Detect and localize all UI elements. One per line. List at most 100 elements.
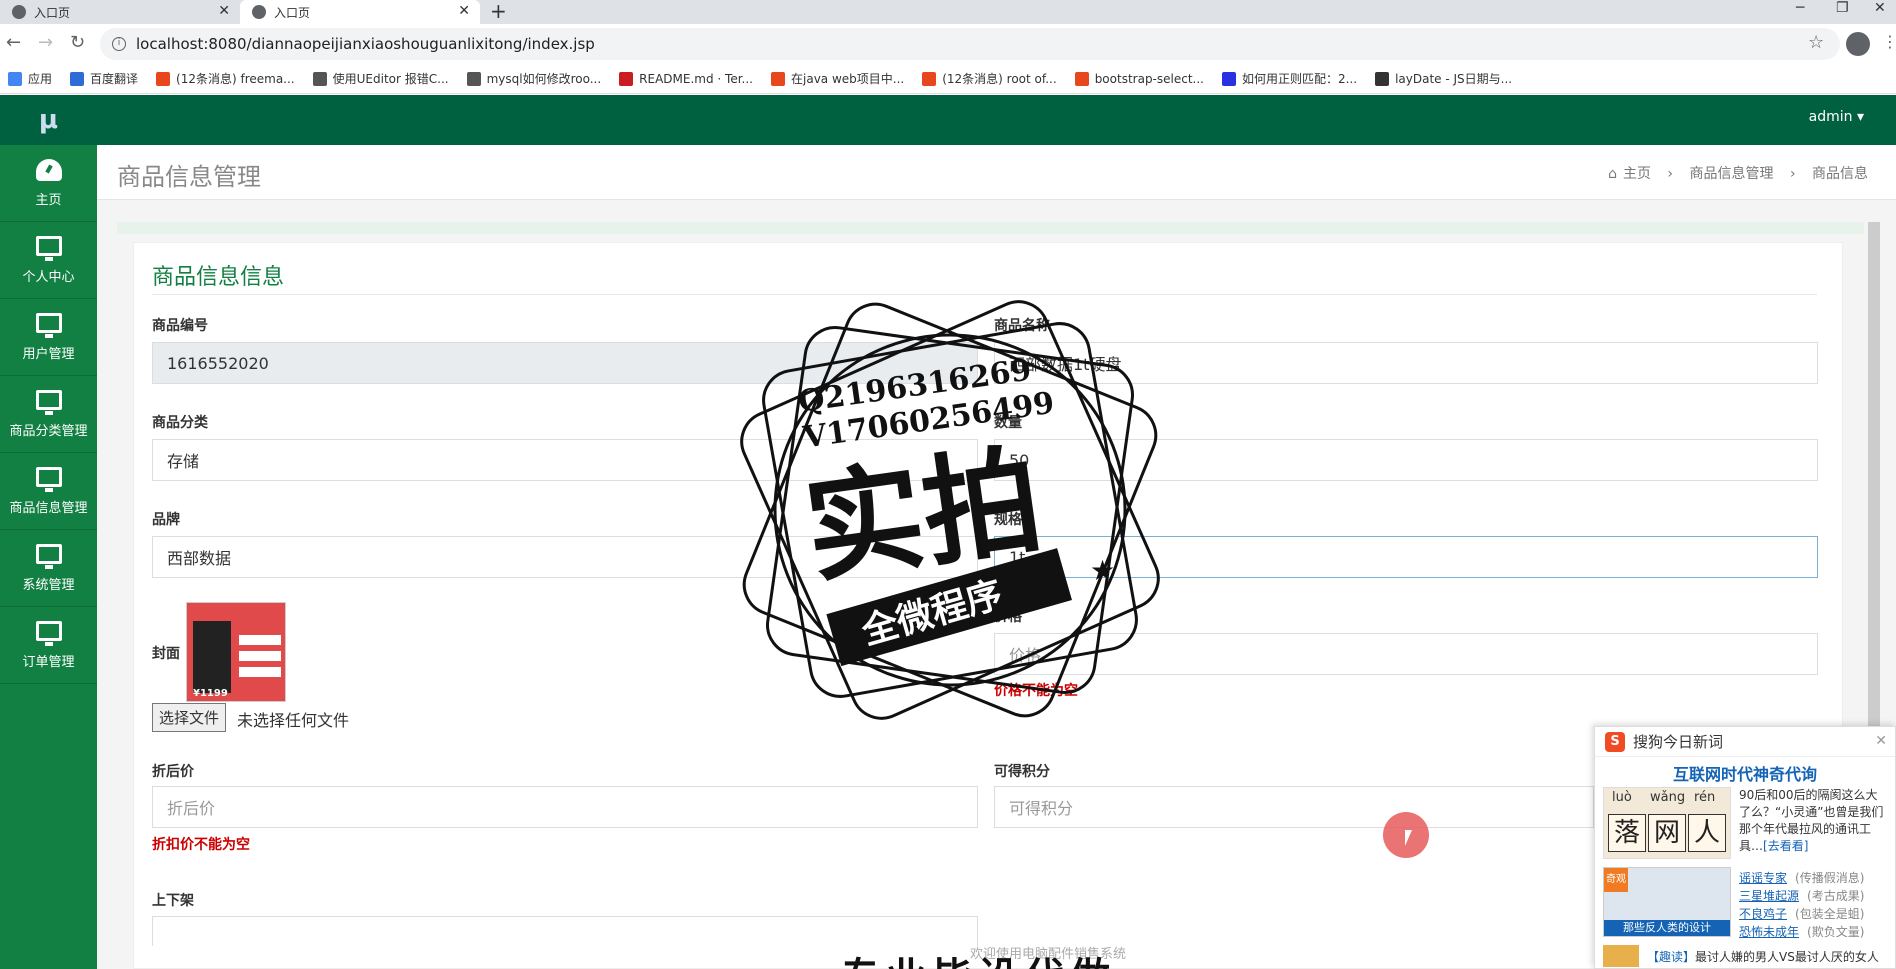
breadcrumb-separator: › [1789, 166, 1796, 182]
sogou-news-popup: S 搜狗今日新词 ✕ 互联网时代神奇代询 luò wǎng rén 落 网 人 … [1594, 726, 1896, 969]
new-tab-button[interactable]: + [490, 0, 507, 22]
sogou-logo-icon: S [1605, 731, 1625, 752]
bookmark-item[interactable]: README.md · Ter... [619, 71, 753, 86]
bookmark-star-icon[interactable]: ☆ [1808, 32, 1824, 53]
bookmark-label: README.md · Ter... [639, 71, 753, 86]
bookmark-favicon-icon [771, 71, 785, 86]
url-input[interactable]: i localhost:8080/diannaopeijianxiaoshoug… [100, 28, 1840, 60]
news-source: (包装全是蛆) [1795, 907, 1865, 921]
popup-headline[interactable]: 互联网时代神奇代询 [1595, 761, 1895, 785]
star-icon: ★ [840, 629, 865, 662]
monitor-icon [35, 235, 62, 261]
news-list-item: 三星堆起源 (考古成果) [1739, 887, 1864, 905]
sidebar-item-0[interactable]: 主页 [0, 145, 97, 222]
bookmark-label: mysql如何修改roo... [486, 72, 602, 86]
sidebar-item-5[interactable]: 系统管理 [0, 530, 97, 607]
bookmark-favicon-icon [312, 71, 327, 86]
sidebar-item-3[interactable]: 商品分类管理 [0, 376, 97, 453]
reload-icon[interactable]: ↻ [70, 32, 85, 53]
popup-bottom-item[interactable]: 【趣读】 最讨人嫌的男人VS最讨人厌的女人 [1603, 945, 1879, 967]
news-source: (欺负文量) [1807, 925, 1865, 939]
cover-label: 封面 [152, 646, 180, 662]
see-more-link[interactable]: [去看看] [1763, 839, 1808, 853]
back-icon[interactable]: ← [6, 32, 21, 53]
sidebar-item-label: 系统管理 [22, 577, 75, 593]
breadcrumb-separator: › [1667, 166, 1674, 182]
info-icon[interactable]: i [112, 37, 126, 51]
bookmark-item[interactable]: 在java web项目中... [771, 70, 904, 87]
sidebar-item-label: 商品分类管理 [9, 423, 88, 439]
browser-menu-icon[interactable]: ⋮ [1882, 32, 1896, 51]
window-close-icon[interactable]: ✕ [1874, 0, 1886, 16]
browser-tab-1[interactable]: 入口页 ✕ [0, 0, 240, 24]
word-card-image[interactable]: luò wǎng rén 落 网 人 [1603, 787, 1731, 859]
sidebar-item-label: 个人中心 [22, 269, 75, 285]
shelf-select[interactable] [152, 916, 978, 946]
close-tab-icon[interactable]: ✕ [458, 3, 470, 19]
user-menu[interactable]: admin ▾ [1809, 109, 1864, 125]
breadcrumb-home[interactable]: 主页 [1623, 166, 1651, 182]
globe-icon [12, 5, 26, 19]
bookmark-favicon-icon [70, 71, 85, 86]
shelf-label: 上下架 [152, 893, 194, 909]
bottom-text: 最讨人嫌的男人VS最讨人厌的女人 [1695, 949, 1879, 964]
bookmark-favicon-icon [619, 71, 634, 86]
bookmark-favicon-icon [1375, 71, 1390, 86]
points-label: 可得积分 [994, 764, 1050, 780]
bookmark-item[interactable]: 应用 [8, 70, 52, 87]
discount-price-error: 折扣价不能为空 [152, 837, 250, 853]
sidebar: μ 主页 个人中心 用户管理 商品分类管理 商品信息管理 系统管理 订单管理 [0, 95, 97, 969]
sidebar-item-label: 用户管理 [22, 346, 75, 362]
restore-icon[interactable]: ❐ [1836, 0, 1849, 16]
breadcrumb-level1[interactable]: 商品信息管理 [1689, 166, 1773, 182]
url-text: localhost:8080/diannaopeijianxiaoshougua… [136, 35, 595, 53]
page-scrollbar[interactable] [1868, 222, 1880, 742]
sidebar-item-4[interactable]: 商品信息管理 [0, 453, 97, 530]
star-icon: ★ [1090, 554, 1115, 587]
bookmark-item[interactable]: layDate - JS日期与... [1375, 70, 1512, 87]
news-source: (考古成果) [1807, 889, 1865, 903]
page-header: 商品信息管理 ⌂ 主页 › 商品信息管理 › 商品信息 [97, 145, 1896, 200]
bookmark-label: (12条消息) freema... [176, 72, 295, 86]
bookmark-item[interactable]: 百度翻译 [70, 70, 138, 87]
content-top-band [117, 222, 1864, 234]
news-link[interactable]: 谣谣专家 [1739, 871, 1787, 885]
cover-tag-shape [239, 667, 281, 677]
browser-tab-bar: 入口页 ✕ 入口页 ✕ + ─ ❐ ✕ [0, 0, 1896, 24]
sidebar-item-6[interactable]: 订单管理 [0, 607, 97, 684]
bookmark-favicon-icon [922, 71, 937, 86]
breadcrumb-level2: 商品信息 [1812, 166, 1868, 182]
brand-label: 品牌 [152, 512, 180, 528]
globe-icon [252, 5, 266, 19]
sidebar-item-1[interactable]: 个人中心 [0, 222, 97, 299]
close-tab-icon[interactable]: ✕ [218, 3, 230, 19]
bookmark-item[interactable]: 如何用正则匹配：2... [1221, 70, 1358, 87]
bookmark-item[interactable]: (12条消息) freema... [156, 70, 295, 87]
bookmark-item[interactable]: mysql如何修改roo... [466, 70, 602, 87]
profile-avatar-icon[interactable] [1846, 32, 1870, 56]
bookmark-label: (12条消息) root of... [942, 72, 1057, 86]
browser-tab-2[interactable]: 入口页 ✕ [240, 0, 480, 24]
bookmark-item[interactable]: bootstrap-select... [1074, 71, 1204, 86]
discount-price-input[interactable]: 折后价 [152, 786, 978, 828]
news-link[interactable]: 恐怖未成年 [1739, 925, 1799, 939]
news-list-item: 不良鸡子 (包装全是蛆) [1739, 905, 1864, 923]
bookmark-label: 如何用正则匹配：2... [1241, 72, 1358, 86]
sidebar-item-label: 主页 [35, 192, 62, 208]
app-topbar: admin ▾ [97, 95, 1896, 145]
pinyin-3: rén [1694, 790, 1716, 805]
bookmark-item[interactable]: (12条消息) root of... [922, 70, 1057, 87]
bottom-tag: 【趣读】 [1647, 949, 1696, 964]
news-thumbnail[interactable]: 奇观 那些反人类的设计 [1603, 867, 1731, 937]
points-input[interactable]: 可得积分 [994, 786, 1594, 828]
news-link[interactable]: 三星堆起源 [1739, 889, 1799, 903]
choose-file-button[interactable]: 选择文件 [152, 703, 227, 732]
forward-icon[interactable]: → [38, 32, 53, 53]
popup-title: 搜狗今日新词 [1633, 733, 1724, 751]
minimize-icon[interactable]: ─ [1796, 0, 1804, 16]
news-link[interactable]: 不良鸡子 [1739, 907, 1787, 921]
sidebar-item-2[interactable]: 用户管理 [0, 299, 97, 376]
popup-close-icon[interactable]: ✕ [1875, 733, 1887, 749]
monitor-icon [35, 389, 62, 415]
bookmark-item[interactable]: 使用UEditor 报错C... [312, 70, 449, 87]
